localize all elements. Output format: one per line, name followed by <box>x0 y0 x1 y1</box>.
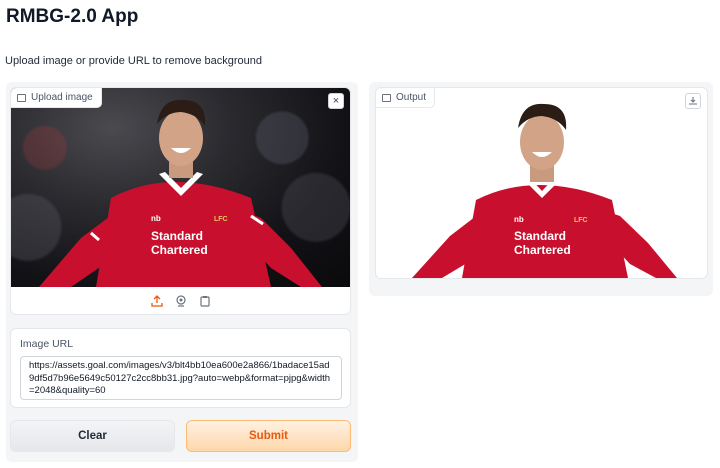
upload-icon[interactable] <box>150 294 164 308</box>
crest-logo: LFC <box>214 216 228 223</box>
image-input-label-text: Upload image <box>31 92 93 103</box>
image-source-toolbar <box>11 287 350 314</box>
brand-logo: nb <box>151 214 161 223</box>
output-image: Standard Chartered nb LFC <box>412 103 677 278</box>
clear-button[interactable]: Clear <box>10 420 175 452</box>
player-photo: Standard Chartered nb LFC <box>39 99 322 287</box>
output-sponsor-text-1: Standard <box>514 229 566 243</box>
sponsor-text-1: Standard <box>151 229 203 243</box>
output-crest-logo: LFC <box>574 217 588 224</box>
sponsor-text-2: Chartered <box>151 243 208 257</box>
output-label-text: Output <box>396 92 427 103</box>
image-input-label: Upload image <box>11 88 102 108</box>
url-label: Image URL <box>20 338 74 350</box>
image-icon <box>382 93 391 102</box>
output-brand-logo: nb <box>514 215 524 224</box>
app-title: RMBG-2.0 App <box>6 6 139 27</box>
app-description: Upload image or provide URL to remove ba… <box>5 55 263 67</box>
url-textarea[interactable]: https://assets.goal.com/images/v3/blt4bb… <box>20 356 342 400</box>
webcam-icon[interactable] <box>174 294 188 308</box>
image-icon <box>17 93 26 102</box>
output-label: Output <box>376 88 436 108</box>
image-upload-component[interactable]: Upload image × Standard Chartered nb LFC <box>10 87 351 315</box>
input-image: Standard Chartered nb LFC <box>11 88 350 287</box>
download-button[interactable] <box>685 93 701 109</box>
download-icon <box>689 97 697 105</box>
url-input-block: Image URL https://assets.goal.com/images… <box>10 328 351 408</box>
clear-image-button[interactable]: × <box>328 93 344 109</box>
clipboard-icon[interactable] <box>198 294 212 308</box>
output-image-component: Output Standard Chartered nb LFC <box>375 87 708 279</box>
submit-button[interactable]: Submit <box>186 420 351 452</box>
output-sponsor-text-2: Chartered <box>514 243 571 257</box>
